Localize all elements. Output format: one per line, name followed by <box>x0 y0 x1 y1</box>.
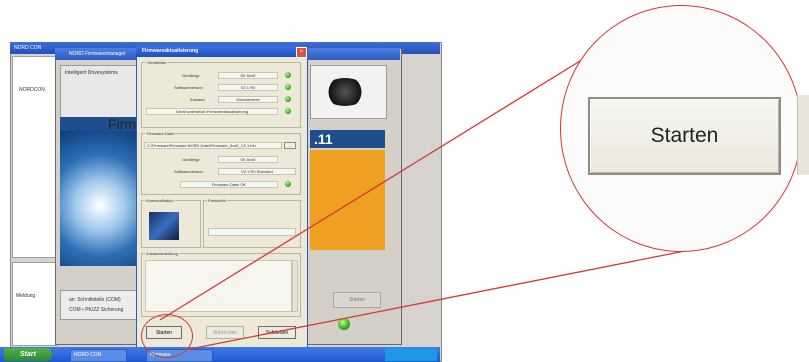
highlight-small-circle <box>141 314 193 358</box>
zoomed-start-button[interactable]: Starten <box>588 97 781 175</box>
zoom-adjacent-button-edge <box>797 95 809 175</box>
annotation-line-bottom <box>184 247 701 351</box>
annotation-line-top <box>159 44 607 321</box>
